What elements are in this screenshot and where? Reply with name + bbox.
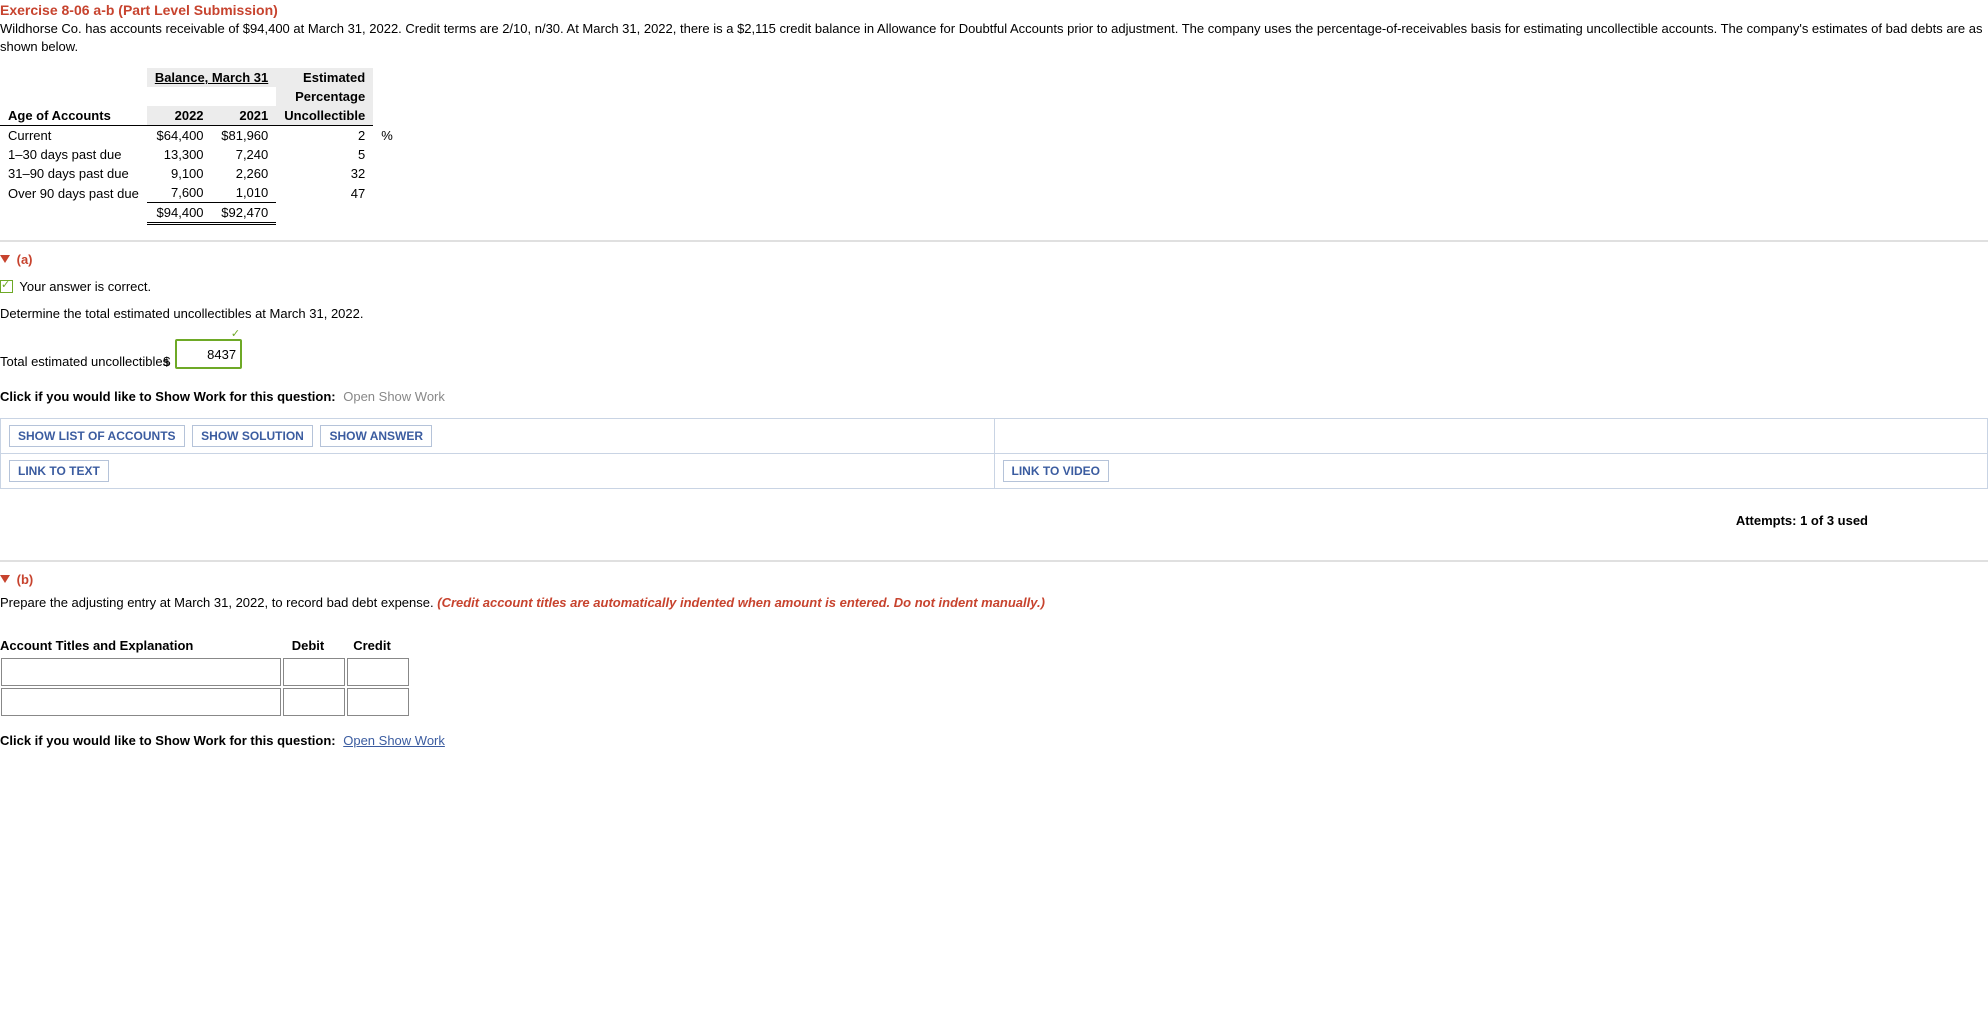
table-row: 31–90 days past due 9,100 2,260 32 xyxy=(0,164,401,183)
je-row xyxy=(0,687,410,717)
aging-table: Balance, March 31 Estimated Percentage A… xyxy=(0,68,401,225)
show-list-accounts-button[interactable]: SHOW LIST OF ACCOUNTS xyxy=(9,425,185,447)
journal-entry-table: Account Titles and Explanation Debit Cre… xyxy=(0,636,410,717)
credit-input-2[interactable] xyxy=(347,688,409,716)
debit-input-2[interactable] xyxy=(283,688,345,716)
pct-header-3: Uncollectible xyxy=(276,106,373,126)
show-answer-button[interactable]: SHOW ANSWER xyxy=(320,425,432,447)
col-2022: 2022 xyxy=(147,106,212,126)
age-header: Age of Accounts xyxy=(0,106,147,126)
pct-header-1: Estimated xyxy=(276,68,373,87)
correct-feedback: Your answer is correct. xyxy=(0,275,1988,306)
action-bar-row-1: SHOW LIST OF ACCOUNTS SHOW SOLUTION SHOW… xyxy=(0,418,1988,454)
part-a-header[interactable]: (a) xyxy=(0,242,1988,275)
account-title-input-2[interactable] xyxy=(1,688,281,716)
collapse-icon xyxy=(0,575,10,583)
part-b-instruction: Prepare the adjusting entry at March 31,… xyxy=(0,595,1988,628)
show-solution-button[interactable]: SHOW SOLUTION xyxy=(192,425,313,447)
action-bar-row-2: LINK TO TEXT LINK TO VIDEO xyxy=(0,454,1988,489)
balance-header: Balance, March 31 xyxy=(147,68,276,87)
table-row: Current $64,400 $81,960 2 % xyxy=(0,126,401,146)
debit-input-1[interactable] xyxy=(283,658,345,686)
je-row xyxy=(0,657,410,687)
link-to-video-button[interactable]: LINK TO VIDEO xyxy=(1003,460,1109,482)
part-b-header[interactable]: (b) xyxy=(0,562,1988,595)
open-show-work-link[interactable]: Open Show Work xyxy=(343,389,445,404)
table-row: Over 90 days past due 7,600 1,010 47 xyxy=(0,183,401,203)
open-show-work-link-b[interactable]: Open Show Work xyxy=(343,733,445,748)
attempts-counter: Attempts: 1 of 3 used xyxy=(0,499,1988,552)
table-row: 1–30 days past due 13,300 7,240 5 xyxy=(0,145,401,164)
link-to-text-button[interactable]: LINK TO TEXT xyxy=(9,460,109,482)
je-col-debit: Debit xyxy=(282,636,346,657)
show-work-line: Click if you would like to Show Work for… xyxy=(0,389,1988,418)
part-a-instruction: Determine the total estimated uncollecti… xyxy=(0,306,1988,339)
table-total-row: $94,400 $92,470 xyxy=(0,203,401,224)
total-uncollectibles-input[interactable] xyxy=(175,339,242,369)
col-2021: 2021 xyxy=(212,106,277,126)
show-work-line-b: Click if you would like to Show Work for… xyxy=(0,733,1988,762)
je-col-account: Account Titles and Explanation xyxy=(0,636,282,657)
collapse-icon xyxy=(0,255,10,263)
je-col-credit: Credit xyxy=(346,636,410,657)
check-icon: ✓ xyxy=(231,327,240,340)
answer-label: Total estimated uncollectibles xyxy=(0,354,169,369)
check-icon xyxy=(0,280,13,293)
problem-statement: Wildhorse Co. has accounts receivable of… xyxy=(0,18,1988,68)
currency-symbol: $ xyxy=(163,354,170,369)
account-title-input-1[interactable] xyxy=(1,658,281,686)
credit-input-1[interactable] xyxy=(347,658,409,686)
pct-header-2: Percentage xyxy=(276,87,373,106)
exercise-title: Exercise 8-06 a-b (Part Level Submission… xyxy=(0,0,1988,18)
